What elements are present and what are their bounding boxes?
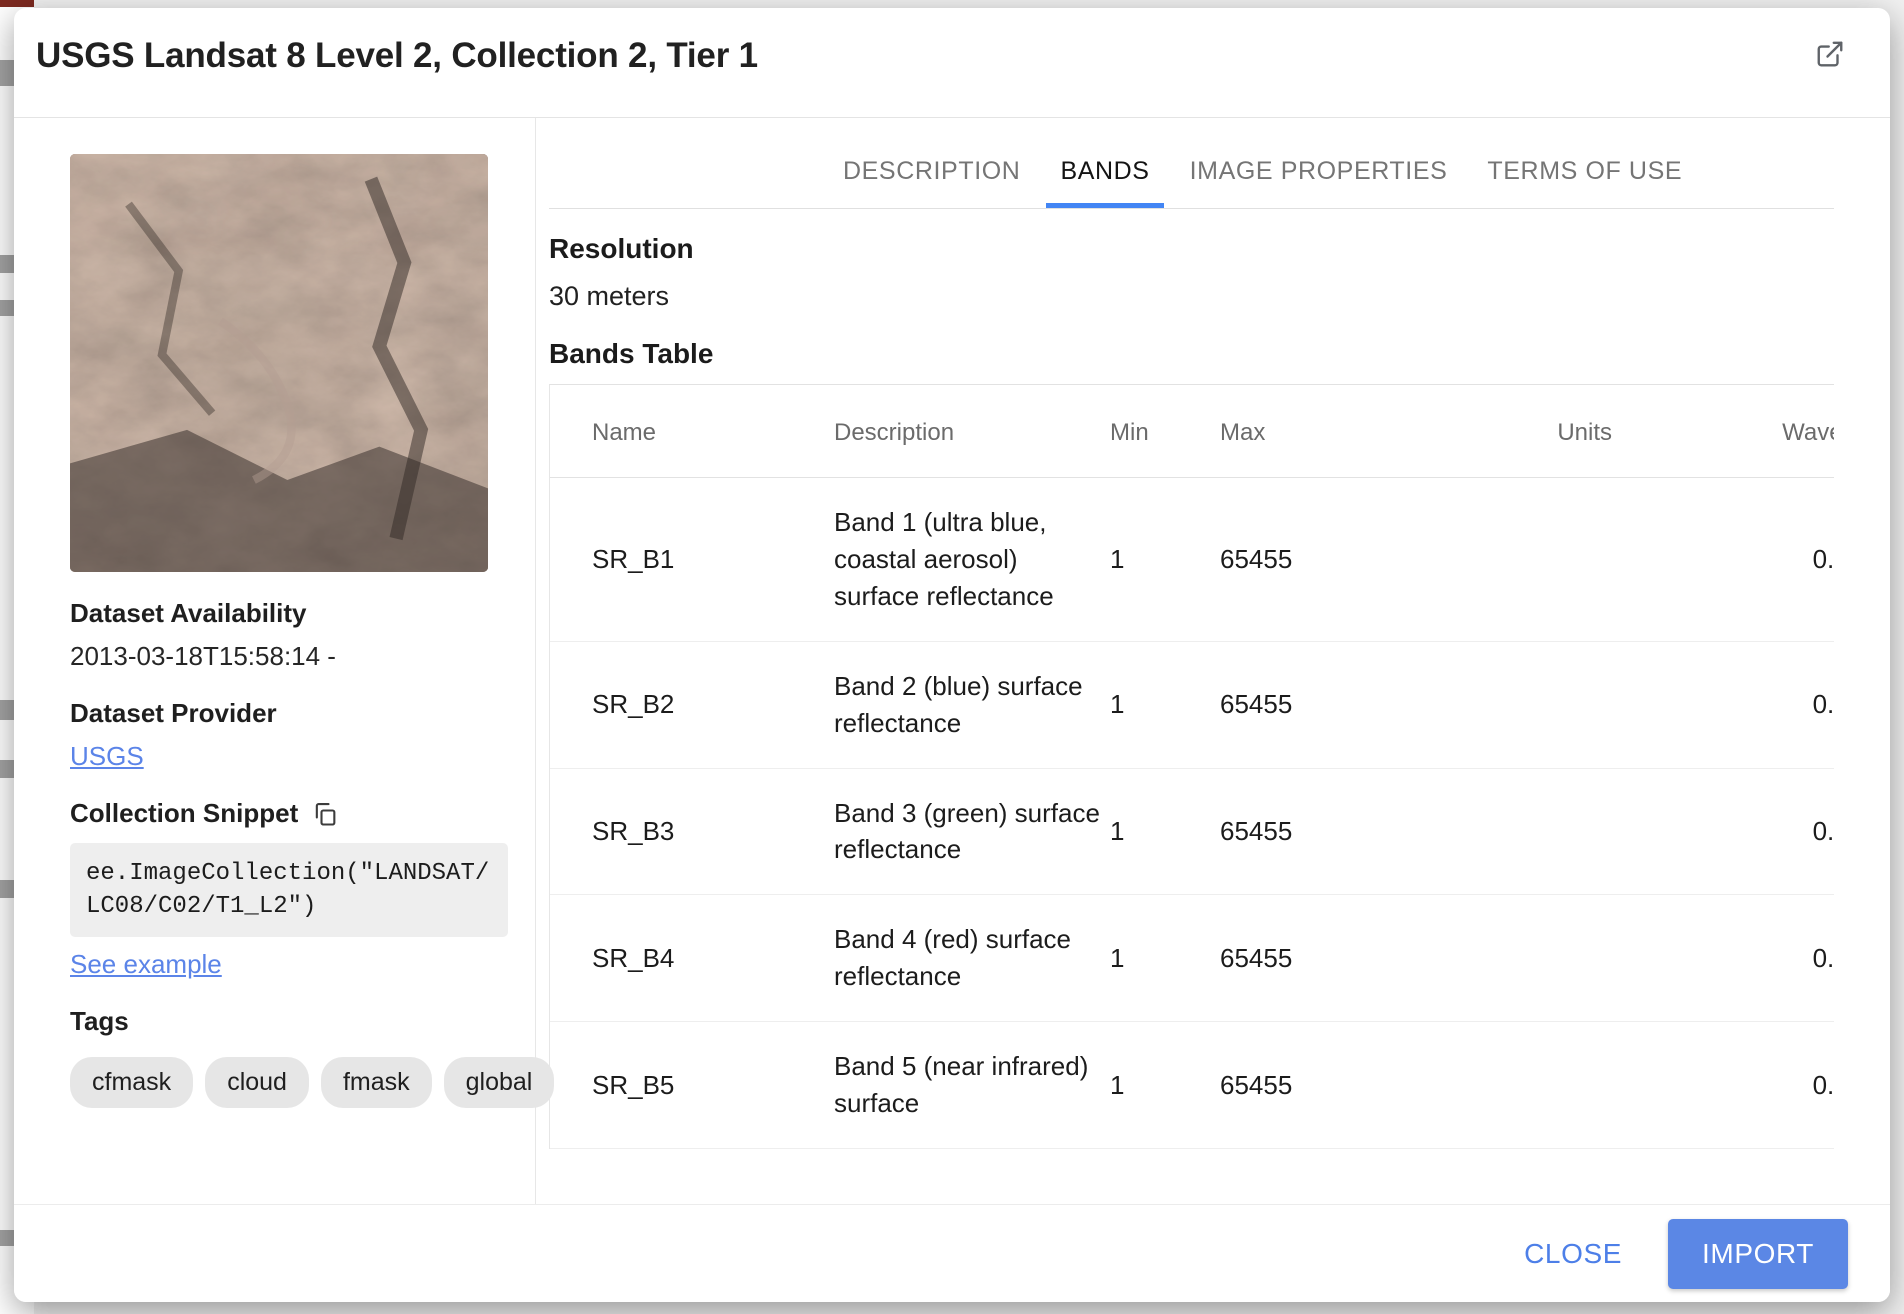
dataset-info-sidebar: Dataset Availability 2013-03-18T15:58:14… [14, 118, 555, 1204]
dialog-body: Dataset Availability 2013-03-18T15:58:14… [14, 118, 1890, 1204]
column-header-units: Units [1412, 385, 1638, 478]
dataset-thumbnail [70, 154, 488, 572]
cell-band-description: Band 3 (green) surface reflectance [834, 768, 1110, 896]
copy-icon[interactable] [310, 799, 340, 829]
cell-band-max: 65455 [1220, 477, 1412, 642]
table-row: SR_B4 Band 4 (red) surface reflectance 1… [550, 894, 1834, 1023]
cell-band-wavelength: 0.533-0. [1638, 768, 1834, 896]
tag-chip[interactable]: fmask [320, 1057, 432, 1109]
cell-band-min: 1 [1110, 641, 1220, 769]
bands-panel: Resolution 30 meters Bands Table Name De… [537, 209, 1890, 1149]
cell-band-units [1412, 768, 1638, 896]
dataset-provider-label: Dataset Provider [70, 698, 277, 728]
bands-table-head: Name Description Min Max Units Wavelengt… [550, 385, 1834, 478]
tab-description[interactable]: DESCRIPTION [823, 157, 1040, 208]
cell-band-name: SR_B2 [550, 641, 834, 769]
column-header-name: Name [550, 385, 834, 478]
tag-chip[interactable]: cloud [205, 1057, 309, 1109]
dialog-header: USGS Landsat 8 Level 2, Collection 2, Ti… [14, 8, 1890, 118]
dataset-availability-value: 2013-03-18T15:58:14 - [70, 641, 336, 671]
tags-list: cfmask cloud fmask global [70, 1057, 555, 1109]
collection-snippet-code[interactable]: ee.ImageCollection("LANDSAT/LC08/C02/T1_… [70, 843, 508, 938]
table-row: SR_B5 Band 5 (near infrared) surface 1 6… [550, 1021, 1834, 1149]
cell-band-description: Band 2 (blue) surface reflectance [834, 641, 1110, 769]
detail-tabs: DESCRIPTION BANDS IMAGE PROPERTIES TERMS… [549, 118, 1834, 209]
cell-band-max: 65455 [1220, 768, 1412, 896]
close-button[interactable]: CLOSE [1506, 1224, 1640, 1284]
cell-band-name: SR_B4 [550, 894, 834, 1023]
resolution-value: 30 meters [549, 281, 670, 311]
cell-band-wavelength: 0.452-0. [1638, 641, 1834, 769]
see-example-link[interactable]: See example [70, 949, 222, 980]
collection-snippet-label: Collection Snippet [70, 798, 299, 828]
bands-table: Name Description Min Max Units Wavelengt… [550, 385, 1834, 1149]
cell-band-units [1412, 1021, 1638, 1149]
bands-table-body: SR_B1 Band 1 (ultra blue, coastal aeroso… [550, 477, 1834, 1149]
tags-label: Tags [70, 1006, 129, 1037]
tab-image-properties[interactable]: IMAGE PROPERTIES [1170, 157, 1468, 208]
table-row: SR_B1 Band 1 (ultra blue, coastal aeroso… [550, 477, 1834, 642]
open-in-new-icon[interactable] [1810, 34, 1850, 74]
column-header-min: Min [1110, 385, 1220, 478]
cell-band-units [1412, 894, 1638, 1023]
table-row: SR_B2 Band 2 (blue) surface reflectance … [550, 641, 1834, 769]
cell-band-units [1412, 641, 1638, 769]
cell-band-description: Band 1 (ultra blue, coastal aerosol) sur… [834, 477, 1110, 642]
cell-band-min: 1 [1110, 768, 1220, 896]
bands-table-container: Name Description Min Max Units Wavelengt… [549, 384, 1834, 1149]
cell-band-name: SR_B5 [550, 1021, 834, 1149]
cell-band-description: Band 5 (near infrared) surface [834, 1021, 1110, 1149]
cell-band-max: 65455 [1220, 641, 1412, 769]
backdrop-accent-bar [0, 0, 34, 7]
cell-band-name: SR_B1 [550, 477, 834, 642]
cell-band-min: 1 [1110, 1021, 1220, 1149]
table-header-row: Name Description Min Max Units Wavelengt… [550, 385, 1834, 478]
cell-band-wavelength: 0.851-0. [1638, 1021, 1834, 1149]
page-title: USGS Landsat 8 Level 2, Collection 2, Ti… [36, 36, 758, 75]
column-header-max: Max [1220, 385, 1412, 478]
cell-band-description: Band 4 (red) surface reflectance [834, 894, 1110, 1023]
terrain-thumbnail-graphic [70, 154, 488, 572]
open-in-new-glyph [1817, 41, 1843, 67]
cell-band-wavelength: 0.636-0. [1638, 894, 1834, 1023]
dataset-detail-dialog: USGS Landsat 8 Level 2, Collection 2, Ti… [14, 8, 1890, 1302]
tag-chip[interactable]: cfmask [70, 1057, 194, 1109]
column-header-description: Description [834, 385, 1110, 478]
table-row: SR_B3 Band 3 (green) surface reflectance… [550, 768, 1834, 896]
cell-band-max: 65455 [1220, 1021, 1412, 1149]
dataset-availability-label: Dataset Availability [70, 598, 307, 628]
collection-snippet-header: Collection Snippet [70, 798, 535, 829]
cell-band-wavelength: 0.435-0. [1638, 477, 1834, 642]
cell-band-max: 65455 [1220, 894, 1412, 1023]
import-button[interactable]: IMPORT [1668, 1218, 1848, 1289]
cell-band-min: 1 [1110, 894, 1220, 1023]
column-header-wavelength: Wavelength [1638, 385, 1834, 478]
dialog-footer: CLOSE IMPORT [14, 1204, 1890, 1302]
bands-table-label: Bands Table [549, 338, 714, 369]
resolution-label: Resolution [549, 233, 694, 264]
tab-bands[interactable]: BANDS [1040, 157, 1169, 208]
dataset-detail-panel: DESCRIPTION BANDS IMAGE PROPERTIES TERMS… [537, 118, 1890, 1204]
cell-band-min: 1 [1110, 477, 1220, 642]
copy-glyph [316, 802, 336, 826]
tab-terms-of-use[interactable]: TERMS OF USE [1467, 157, 1702, 208]
dataset-provider-link[interactable]: USGS [70, 741, 144, 772]
cell-band-units [1412, 477, 1638, 642]
cell-band-name: SR_B3 [550, 768, 834, 896]
